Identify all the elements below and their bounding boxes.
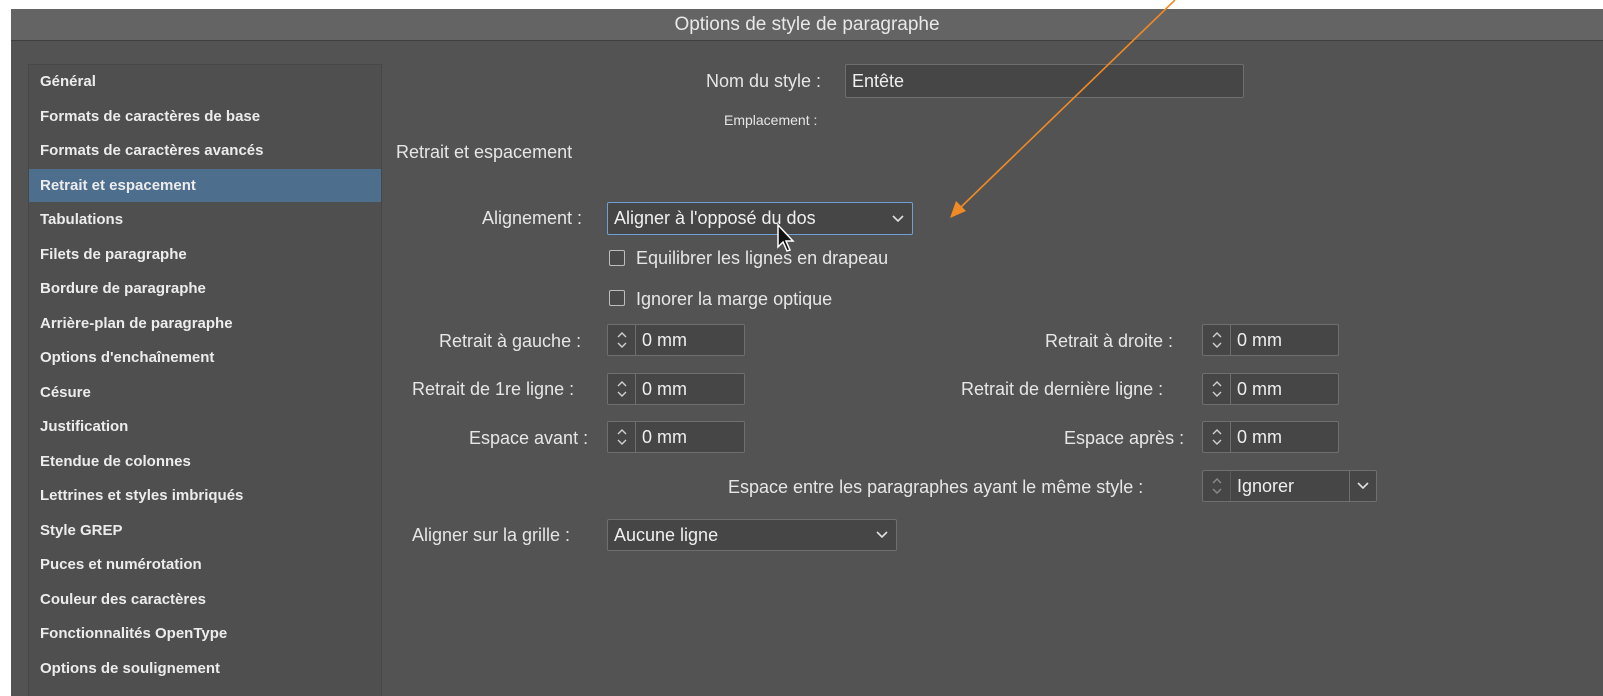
annotation-arrow <box>950 0 1176 218</box>
